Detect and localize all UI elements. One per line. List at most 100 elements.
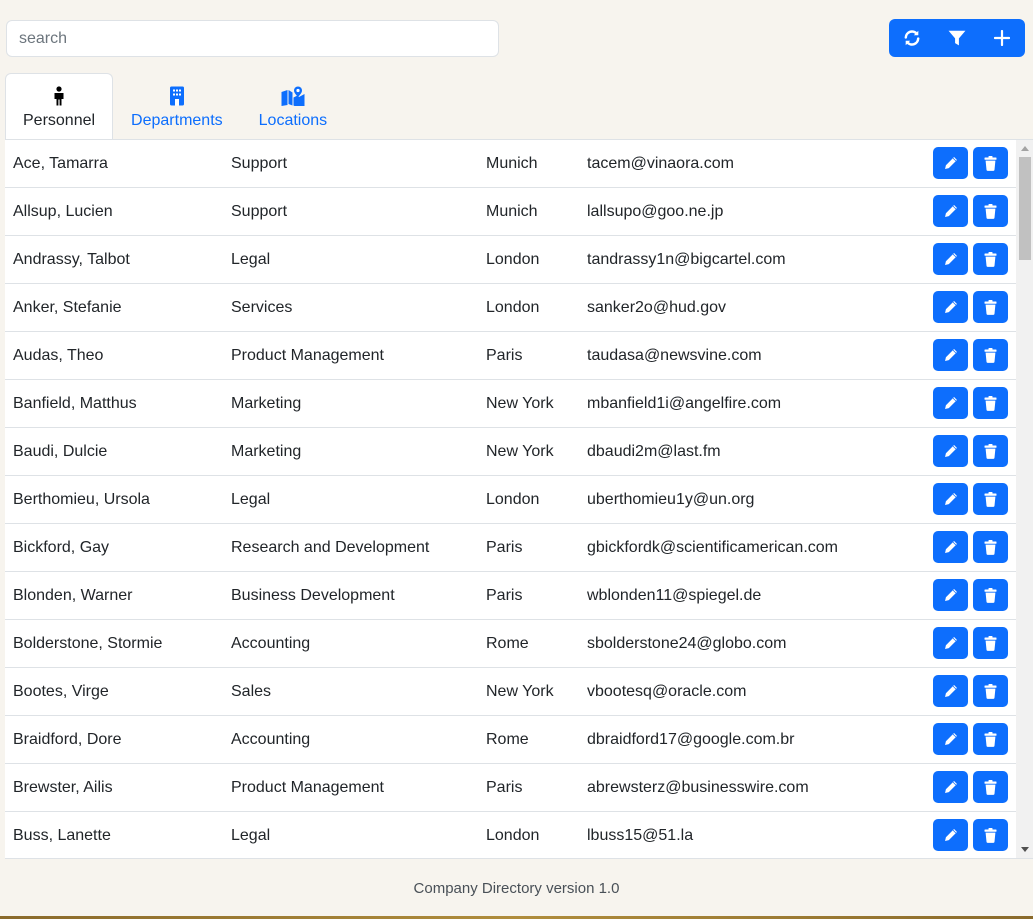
building-icon xyxy=(169,84,185,108)
personnel-rows: Ace, Tamarra Support Munich tacem@vinaora.c… xyxy=(5,140,1016,858)
person-location: Rome xyxy=(486,731,529,748)
delete-button[interactable] xyxy=(973,531,1008,563)
trash-icon xyxy=(984,683,997,699)
person-email: taudasa@newsvine.com xyxy=(587,347,762,364)
scrollbar[interactable] xyxy=(1016,140,1033,858)
person-email: tacem@vinaora.com xyxy=(587,155,734,172)
delete-button[interactable] xyxy=(973,243,1008,275)
toolbar-button-group xyxy=(889,19,1025,57)
pencil-icon xyxy=(944,637,957,649)
edit-button[interactable] xyxy=(933,291,968,323)
pencil-icon xyxy=(944,157,957,169)
delete-button[interactable] xyxy=(973,339,1008,371)
trash-icon xyxy=(984,635,997,651)
person-location: Paris xyxy=(486,539,523,556)
pencil-icon xyxy=(944,349,957,361)
table-row: Braidford, Dore Accounting Rome dbraidford1… xyxy=(5,716,1016,764)
person-email: vbootesq@oracle.com xyxy=(587,683,747,700)
filter-button[interactable] xyxy=(934,19,979,57)
pencil-icon xyxy=(944,589,957,601)
table-row: Bickford, Gay Research and Development Par… xyxy=(5,524,1016,572)
tab-label: Personnel xyxy=(23,112,96,129)
search-input[interactable] xyxy=(6,20,499,57)
delete-button[interactable] xyxy=(973,291,1008,323)
person-location: London xyxy=(486,251,540,268)
edit-button[interactable] xyxy=(933,675,968,707)
trash-icon xyxy=(984,299,997,315)
scroll-down-arrow[interactable] xyxy=(1016,841,1033,858)
person-name: Ace, Tamarra xyxy=(13,155,108,172)
tab-label: Locations xyxy=(258,112,328,129)
edit-button[interactable] xyxy=(933,243,968,275)
footer: Company Directory version 1.0 xyxy=(0,860,1033,916)
table-row: Blonden, Warner Business Development Paris… xyxy=(5,572,1016,620)
delete-button[interactable] xyxy=(973,147,1008,179)
table-row: Brewster, Ailis Product Management Paris ab… xyxy=(5,764,1016,812)
delete-button[interactable] xyxy=(973,483,1008,515)
person-name: Berthomieu, Ursola xyxy=(13,491,150,508)
edit-button[interactable] xyxy=(933,579,968,611)
pencil-icon xyxy=(944,205,957,217)
table-row: Andrassy, Talbot Legal London tandrassy1n@b… xyxy=(5,236,1016,284)
scroll-up-arrow[interactable] xyxy=(1016,140,1033,157)
plus-icon xyxy=(994,30,1011,46)
delete-button[interactable] xyxy=(973,579,1008,611)
edit-button[interactable] xyxy=(933,339,968,371)
row-actions xyxy=(933,531,1008,563)
edit-button[interactable] xyxy=(933,195,968,227)
delete-button[interactable] xyxy=(973,195,1008,227)
person-location: New York xyxy=(486,683,554,700)
pencil-icon xyxy=(944,541,957,553)
tab-personnel[interactable]: Personnel xyxy=(5,73,114,139)
row-actions xyxy=(933,243,1008,275)
delete-button[interactable] xyxy=(973,435,1008,467)
delete-button[interactable] xyxy=(973,723,1008,755)
table-row: Audas, Theo Product Management Paris taudas… xyxy=(5,332,1016,380)
pencil-icon xyxy=(944,781,957,793)
pencil-icon xyxy=(944,397,957,409)
tab-departments[interactable]: Departments xyxy=(113,73,241,139)
edit-button[interactable] xyxy=(933,723,968,755)
person-email: sbolderstone24@globo.com xyxy=(587,635,787,652)
person-department: Research and Development xyxy=(231,539,430,556)
person-location: Paris xyxy=(486,779,523,796)
table-row: Ace, Tamarra Support Munich tacem@vinaora.c… xyxy=(5,140,1016,188)
person-name: Bickford, Gay xyxy=(13,539,110,556)
person-email: mbanfield1i@angelfire.com xyxy=(587,395,782,412)
person-email: lbuss15@51.la xyxy=(587,827,694,844)
edit-button[interactable] xyxy=(933,387,968,419)
delete-button[interactable] xyxy=(973,387,1008,419)
person-name: Baudi, Dulcie xyxy=(13,443,108,460)
delete-button[interactable] xyxy=(973,675,1008,707)
tab-locations[interactable]: Locations xyxy=(241,73,346,139)
table-row: Bootes, Virge Sales New York vbootesq@oracl… xyxy=(5,668,1016,716)
edit-button[interactable] xyxy=(933,771,968,803)
person-name: Blonden, Warner xyxy=(13,587,133,604)
person-email: dbaudi2m@last.fm xyxy=(587,443,721,460)
table-row: Bolderstone, Stormie Accounting Rome sbolde… xyxy=(5,620,1016,668)
person-location: Rome xyxy=(486,635,529,652)
row-actions xyxy=(933,435,1008,467)
edit-button[interactable] xyxy=(933,435,968,467)
person-email: abrewsterz@businesswire.com xyxy=(587,779,809,796)
pencil-icon xyxy=(944,829,957,841)
refresh-button[interactable] xyxy=(889,19,934,57)
edit-button[interactable] xyxy=(933,483,968,515)
edit-button[interactable] xyxy=(933,147,968,179)
row-actions xyxy=(933,579,1008,611)
edit-button[interactable] xyxy=(933,819,968,851)
person-name: Buss, Lanette xyxy=(13,827,111,844)
delete-button[interactable] xyxy=(973,627,1008,659)
delete-button[interactable] xyxy=(973,819,1008,851)
delete-button[interactable] xyxy=(973,771,1008,803)
trash-icon xyxy=(984,827,997,843)
personnel-table: Ace, Tamarra Support Munich tacem@vinaora.c… xyxy=(5,139,1033,859)
table-row: Allsup, Lucien Support Munich lallsupo@goo.… xyxy=(5,188,1016,236)
person-department: Support xyxy=(231,155,288,172)
person-email: dbraidford17@google.com.br xyxy=(587,731,795,748)
edit-button[interactable] xyxy=(933,531,968,563)
scrollbar-thumb[interactable] xyxy=(1019,157,1031,260)
row-actions xyxy=(933,771,1008,803)
edit-button[interactable] xyxy=(933,627,968,659)
add-button[interactable] xyxy=(980,19,1025,57)
